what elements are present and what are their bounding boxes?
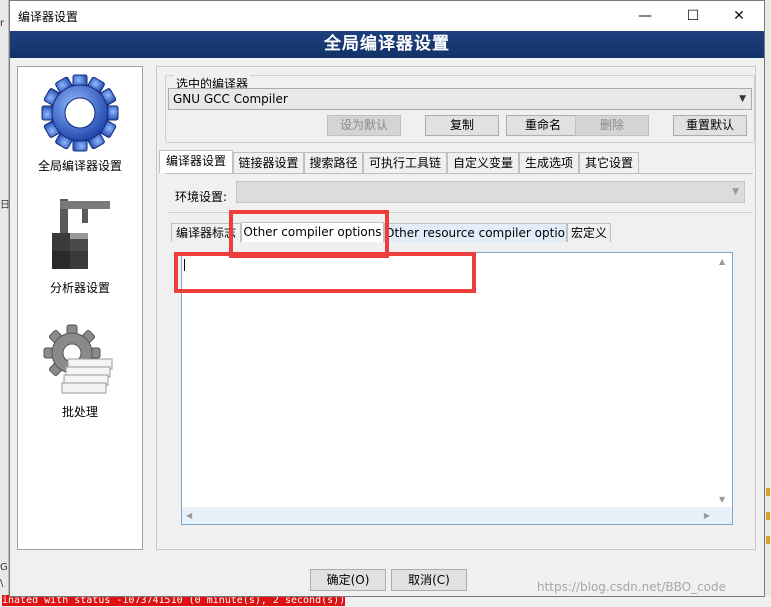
settings-nav: 全局编译器设置 分析器设置 批处理 — [17, 66, 143, 550]
compiler-select-value: GNU GCC Compiler — [173, 92, 288, 106]
annotation-highlight-input — [174, 252, 476, 293]
background-marker — [766, 512, 770, 520]
nav-item-profiler[interactable]: 分析器设置 — [18, 193, 142, 296]
minimize-button[interactable]: — — [622, 1, 668, 31]
copy-button[interactable]: 复制 — [425, 115, 499, 136]
selected-compiler-group: 选中的编译器 GNU GCC Compiler ▼ 设为默认 复制 重命名 删除… — [165, 75, 755, 143]
tab-toolchain-executables[interactable]: 可执行工具链 — [363, 152, 447, 173]
nav-item-label: 分析器设置 — [49, 281, 110, 295]
nav-item-label: 批处理 — [61, 405, 98, 419]
gear-icon — [41, 74, 119, 152]
delete-button[interactable]: 删除 — [575, 115, 649, 136]
tab-other-settings[interactable]: 其它设置 — [579, 152, 639, 173]
batch-gear-icon — [43, 324, 113, 394]
background-fragment: \ — [0, 578, 4, 589]
maximize-button[interactable]: ☐ — [670, 1, 716, 31]
set-default-button[interactable]: 设为默认 — [327, 115, 401, 136]
tab-custom-variables[interactable]: 自定义变量 — [447, 152, 519, 173]
background-fragment: r — [0, 18, 5, 29]
nav-item-batch[interactable]: 批处理 — [18, 317, 142, 420]
background-fragment: G — [0, 562, 8, 573]
settings-panel: 选中的编译器 GNU GCC Compiler ▼ 设为默认 复制 重命名 删除… — [156, 66, 756, 550]
cancel-button[interactable]: 取消(C) — [391, 569, 467, 591]
subtab-macro-definitions[interactable]: 宏定义 — [567, 223, 611, 242]
reset-defaults-button[interactable]: 重置默认 — [673, 115, 747, 136]
nav-item-label: 全局编译器设置 — [37, 159, 122, 173]
window-title: 编译器设置 — [18, 10, 79, 24]
scroll-up-icon[interactable]: ▲ — [719, 257, 725, 266]
chevron-down-icon: ▼ — [739, 94, 746, 104]
compiler-select[interactable]: GNU GCC Compiler ▼ — [168, 88, 752, 110]
chevron-down-icon: ▼ — [732, 187, 739, 197]
environment-select[interactable]: ▼ — [236, 181, 745, 203]
subtab-other-compiler-options[interactable]: Other compiler options — [241, 222, 384, 242]
background-app-right-edge — [765, 0, 771, 607]
background-marker — [766, 536, 770, 544]
tab-build-options[interactable]: 生成选项 — [519, 152, 579, 173]
background-app-left-edge: r 日 G \ — [0, 0, 10, 607]
scroll-down-icon[interactable]: ▼ — [719, 495, 725, 504]
tab-linker-settings[interactable]: 链接器设置 — [233, 152, 304, 173]
scroll-left-icon[interactable]: ◀ — [186, 511, 192, 520]
page-banner: 全局编译器设置 — [10, 31, 764, 58]
subtab-other-resource-compiler-options[interactable]: Other resource compiler options — [384, 223, 567, 242]
scroll-right-icon[interactable]: ▶ — [704, 511, 710, 520]
horizontal-scrollbar[interactable]: ◀ ▶ — [182, 507, 732, 524]
rename-button[interactable]: 重命名 — [506, 115, 580, 136]
compiler-settings-dialog: 编译器设置 — ☐ ✕ 全局编译器设置 全局编译器设置 分析器设置 批处理 选中… — [9, 0, 765, 597]
close-button[interactable]: ✕ — [716, 1, 762, 31]
tab-search-paths[interactable]: 搜索路径 — [304, 152, 363, 173]
watermark: https://blog.csdn.net/BBO_code — [537, 580, 726, 594]
ok-button[interactable]: 确定(O) — [310, 569, 386, 591]
nav-item-global-compiler[interactable]: 全局编译器设置 — [18, 71, 142, 174]
tab-compiler-settings[interactable]: 编译器设置 — [159, 150, 233, 173]
vertical-scrollbar[interactable]: ▲ ▼ — [715, 253, 732, 508]
title-bar[interactable]: 编译器设置 — ☐ ✕ — [10, 1, 764, 31]
caliper-icon — [52, 199, 110, 269]
environment-label: 环境设置: — [175, 190, 228, 204]
background-marker — [766, 488, 770, 496]
